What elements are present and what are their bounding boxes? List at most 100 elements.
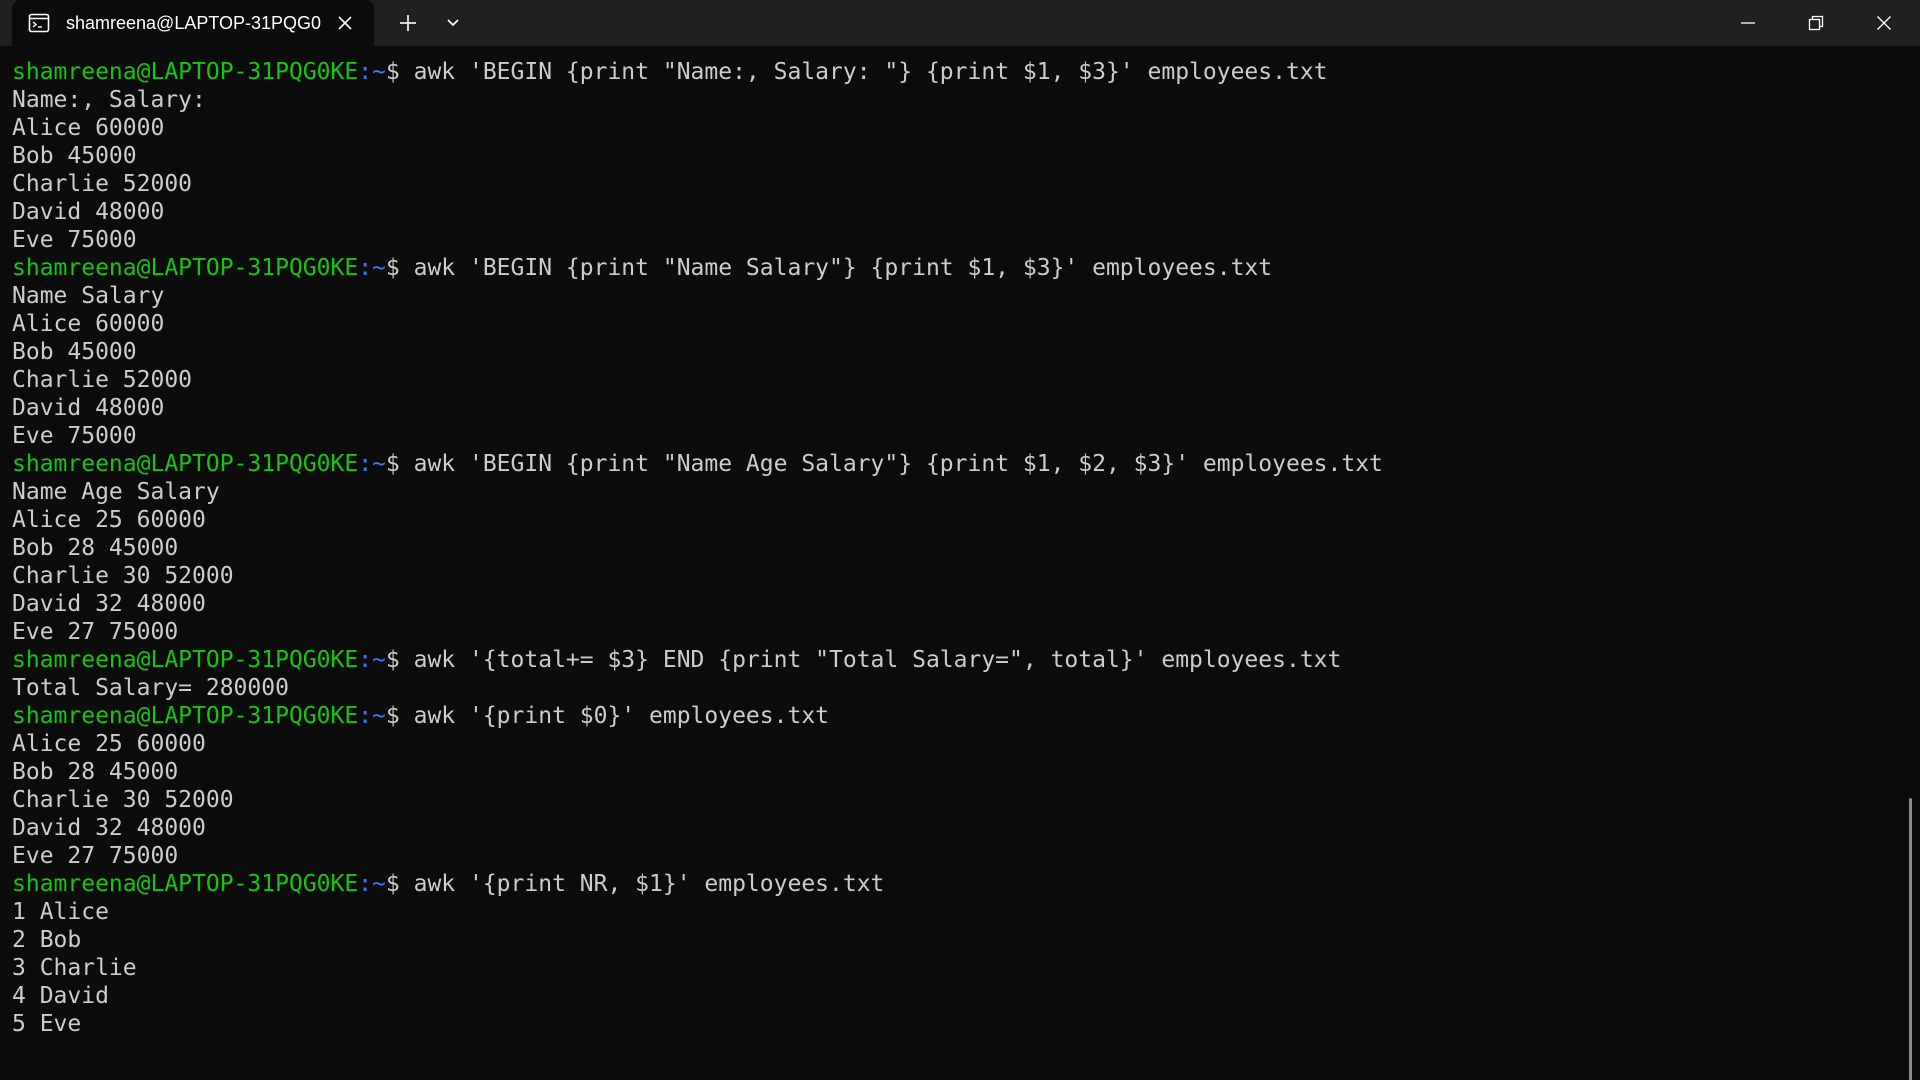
terminal-icon — [28, 12, 50, 34]
output-text: 3 Charlie — [12, 955, 137, 981]
maximize-button[interactable] — [1782, 0, 1850, 46]
terminal-window: shamreena@LAPTOP-31PQG0 shamreena@LAPTOP… — [0, 0, 1920, 1080]
prompt-user: shamreena@LAPTOP-31PQG0KE — [12, 451, 359, 477]
output-line: Total Salary= 280000 — [12, 674, 1383, 702]
command-text: awk '{total+= $3} END {print "Total Sala… — [413, 647, 1342, 673]
command-line: shamreena@LAPTOP-31PQG0KE:~$ awk 'BEGIN … — [12, 254, 1383, 282]
output-text: Bob 45000 — [12, 143, 137, 169]
output-line: Bob 28 45000 — [12, 534, 1383, 562]
prompt-sign: $ — [385, 451, 414, 477]
minimize-button[interactable] — [1714, 0, 1782, 46]
output-line: Name Age Salary — [12, 478, 1383, 506]
plus-icon[interactable] — [392, 10, 424, 36]
output-text: 1 Alice — [12, 899, 109, 925]
output-line: Charlie 30 52000 — [12, 562, 1383, 590]
output-line: 3 Charlie — [12, 954, 1383, 982]
output-line: 1 Alice — [12, 898, 1383, 926]
output-line: Charlie 52000 — [12, 366, 1383, 394]
command-text: awk '{print NR, $1}' employees.txt — [413, 871, 885, 897]
scrollbar-thumb[interactable] — [1909, 798, 1912, 1080]
output-text: Charlie 52000 — [12, 367, 193, 393]
output-line: Eve 75000 — [12, 422, 1383, 450]
tab-terminal[interactable]: shamreena@LAPTOP-31PQG0 — [12, 0, 374, 46]
output-line: Eve 27 75000 — [12, 618, 1383, 646]
output-line: David 48000 — [12, 394, 1383, 422]
output-line: Name Salary — [12, 282, 1383, 310]
output-line: Alice 60000 — [12, 114, 1383, 142]
prompt-user: shamreena@LAPTOP-31PQG0KE — [12, 255, 359, 281]
output-text: David 48000 — [12, 199, 165, 225]
output-text: Name Age Salary — [12, 479, 220, 505]
output-text: Total Salary= 280000 — [12, 675, 289, 701]
title-bar[interactable]: shamreena@LAPTOP-31PQG0 — [0, 0, 1920, 46]
output-line: Charlie 30 52000 — [12, 786, 1383, 814]
output-text: Eve 75000 — [12, 423, 137, 449]
output-text: David 32 48000 — [12, 591, 206, 617]
output-text: Bob 28 45000 — [12, 759, 179, 785]
output-text: David 32 48000 — [12, 815, 206, 841]
terminal-lines: shamreena@LAPTOP-31PQG0KE:~$ awk 'BEGIN … — [12, 58, 1383, 1038]
prompt-sign: $ — [385, 255, 414, 281]
command-line: shamreena@LAPTOP-31PQG0KE:~$ awk 'BEGIN … — [12, 450, 1383, 478]
output-text: Alice 25 60000 — [12, 731, 206, 757]
close-icon[interactable] — [334, 12, 356, 34]
output-text: 5 Eve — [12, 1011, 82, 1037]
command-line: shamreena@LAPTOP-31PQG0KE:~$ awk '{print… — [12, 870, 1383, 898]
output-line: Eve 27 75000 — [12, 842, 1383, 870]
output-line: Alice 60000 — [12, 310, 1383, 338]
minimize-icon — [1741, 22, 1755, 24]
output-line: Eve 75000 — [12, 226, 1383, 254]
output-text: Eve 27 75000 — [12, 619, 179, 645]
output-text: Name:, Salary: — [12, 87, 206, 113]
output-text: 4 David — [12, 983, 109, 1009]
prompt-path: :~ — [358, 871, 386, 897]
output-text: Charlie 52000 — [12, 171, 193, 197]
tab-title: shamreena@LAPTOP-31PQG0 — [66, 13, 322, 33]
output-text: 2 Bob — [12, 927, 82, 953]
prompt-user: shamreena@LAPTOP-31PQG0KE — [12, 871, 359, 897]
command-text: awk 'BEGIN {print "Name Salary"} {print … — [413, 255, 1273, 281]
output-line: Alice 25 60000 — [12, 506, 1383, 534]
output-line: David 32 48000 — [12, 590, 1383, 618]
close-icon — [1877, 16, 1891, 30]
output-line: Alice 25 60000 — [12, 730, 1383, 758]
output-text: Alice 60000 — [12, 311, 165, 337]
prompt-path: :~ — [358, 451, 386, 477]
output-text: Alice 25 60000 — [12, 507, 206, 533]
output-text: Charlie 30 52000 — [12, 563, 234, 589]
prompt-user: shamreena@LAPTOP-31PQG0KE — [12, 703, 359, 729]
output-line: 5 Eve — [12, 1010, 1383, 1038]
prompt-sign: $ — [385, 703, 414, 729]
output-line: 4 David — [12, 982, 1383, 1010]
command-line: shamreena@LAPTOP-31PQG0KE:~$ awk '{print… — [12, 702, 1383, 730]
output-text: Bob 28 45000 — [12, 535, 179, 561]
chevron-down-icon[interactable] — [440, 10, 466, 36]
output-text: Bob 45000 — [12, 339, 137, 365]
output-text: Eve 75000 — [12, 227, 137, 253]
output-text: David 48000 — [12, 395, 165, 421]
output-line: Name:, Salary: — [12, 86, 1383, 114]
prompt-user: shamreena@LAPTOP-31PQG0KE — [12, 59, 359, 85]
output-line: Bob 28 45000 — [12, 758, 1383, 786]
output-text: Alice 60000 — [12, 115, 165, 141]
prompt-path: :~ — [358, 647, 386, 673]
command-text: awk 'BEGIN {print "Name Age Salary"} {pr… — [413, 451, 1383, 477]
output-line: Bob 45000 — [12, 338, 1383, 366]
output-line: Charlie 52000 — [12, 170, 1383, 198]
output-line: David 32 48000 — [12, 814, 1383, 842]
output-text: Eve 27 75000 — [12, 843, 179, 869]
terminal-output-area[interactable]: shamreena@LAPTOP-31PQG0KE:~$ awk 'BEGIN … — [0, 46, 1920, 1080]
command-text: awk '{print $0}' employees.txt — [413, 703, 830, 729]
prompt-path: :~ — [358, 703, 386, 729]
command-text: awk 'BEGIN {print "Name:, Salary: "} {pr… — [413, 59, 1328, 85]
output-text: Name Salary — [12, 283, 165, 309]
output-line: Bob 45000 — [12, 142, 1383, 170]
prompt-sign: $ — [385, 647, 414, 673]
prompt-sign: $ — [385, 871, 414, 897]
prompt-path: :~ — [358, 59, 386, 85]
prompt-user: shamreena@LAPTOP-31PQG0KE — [12, 647, 359, 673]
output-line: David 48000 — [12, 198, 1383, 226]
command-line: shamreena@LAPTOP-31PQG0KE:~$ awk '{total… — [12, 646, 1383, 674]
close-window-button[interactable] — [1850, 0, 1918, 46]
output-text: Charlie 30 52000 — [12, 787, 234, 813]
